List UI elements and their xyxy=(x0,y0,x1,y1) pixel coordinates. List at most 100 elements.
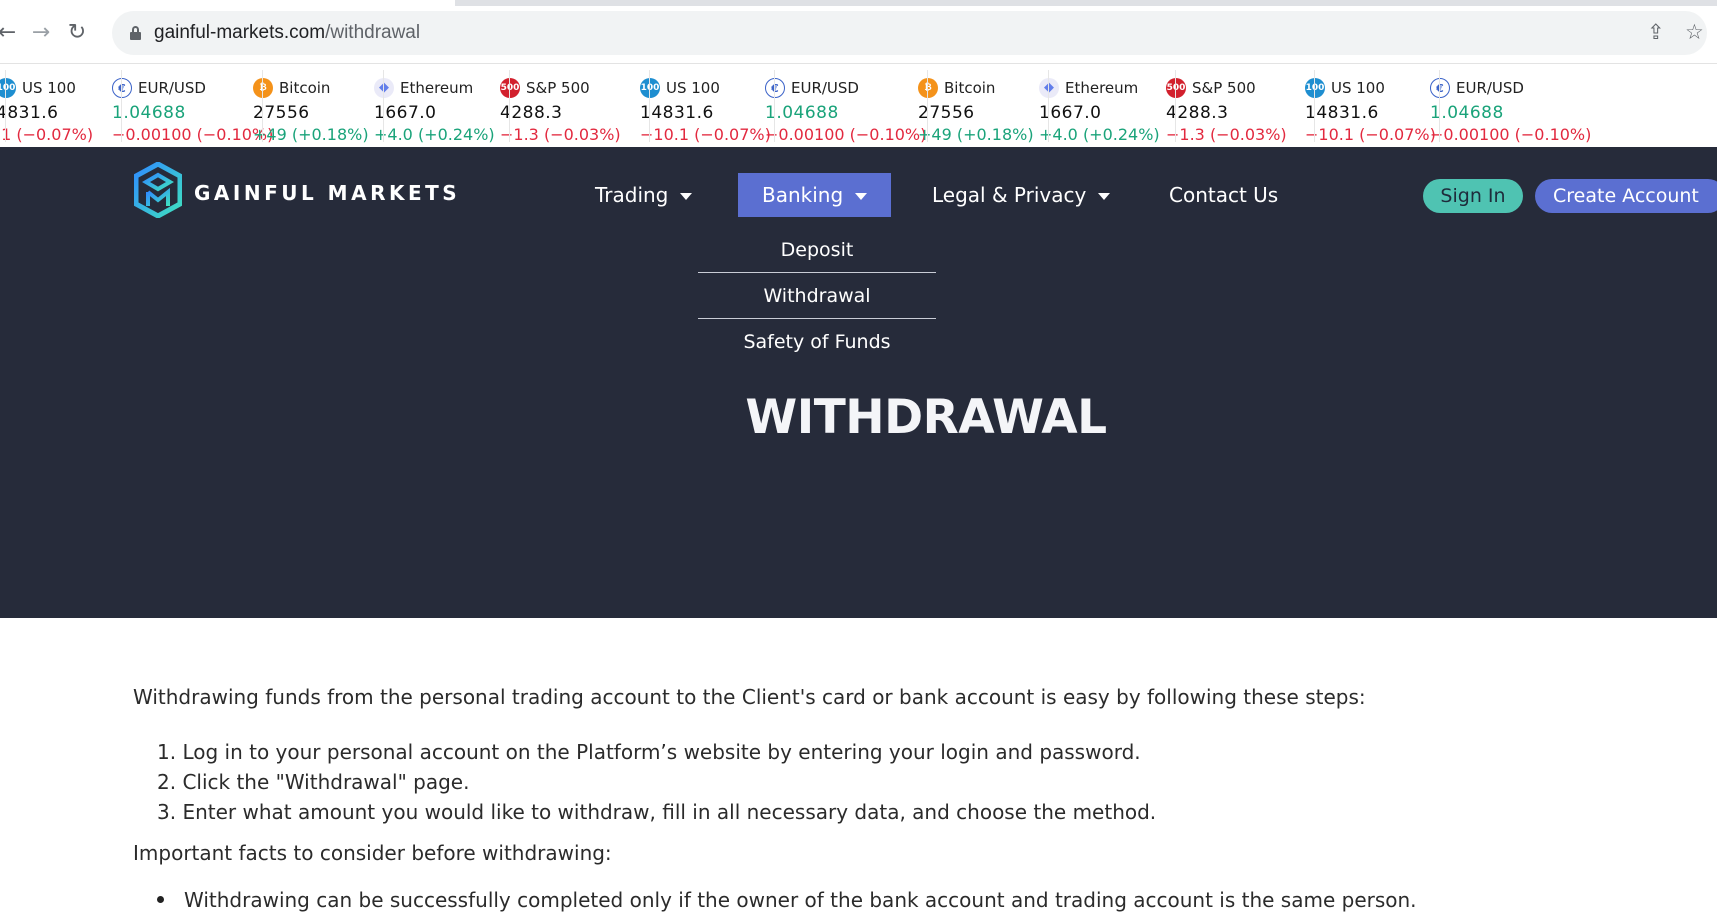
banking-dropdown-menu: Deposit Withdrawal Safety of Funds xyxy=(698,227,936,365)
url-domain: gainful-markets.com xyxy=(154,22,326,43)
ticker-head: 100 US 100 xyxy=(0,77,76,99)
bookmark-star-icon[interactable]: ☆ xyxy=(1685,20,1704,44)
active-tab[interactable] xyxy=(0,0,455,6)
chevron-down-icon xyxy=(855,193,868,200)
ticker-instrument-icon: 100 xyxy=(1305,77,1325,98)
ticker-name: EUR/USD xyxy=(1456,78,1524,97)
ticker-head: € EUR/USD xyxy=(1430,77,1524,99)
share-icon[interactable]: ⇪ xyxy=(1647,20,1665,44)
ticker-change: −0.00100 (−0.10%) xyxy=(112,125,274,144)
brand-name[interactable]: GAINFUL MARKETS xyxy=(194,181,460,205)
ticker-change: +49 (+0.18%) xyxy=(918,125,1034,144)
ticker-change: −1.3 (−0.03%) xyxy=(1166,125,1287,144)
nav-banking[interactable]: Banking xyxy=(738,173,892,217)
nav-trading-label: Trading xyxy=(595,183,669,207)
nav-legal-label: Legal & Privacy xyxy=(932,183,1087,207)
ticker-divider xyxy=(262,70,263,142)
ticker-change: −0.00100 (−0.10%) xyxy=(1430,125,1592,144)
url-text[interactable]: gainful-markets.com/withdrawal xyxy=(154,22,420,44)
list-item: 3. Enter what amount you would like to w… xyxy=(157,800,1157,824)
page-title: WITHDRAWAL xyxy=(745,390,1107,445)
ticker-head: 500 S&P 500 xyxy=(500,77,590,99)
ticker-change: +4.0 (+0.24%) xyxy=(374,125,495,144)
nav-legal-privacy[interactable]: Legal & Privacy xyxy=(932,173,1111,217)
ticker-price: 14831.6 xyxy=(1305,103,1379,123)
tab-strip xyxy=(0,0,1717,6)
ticker-price: 1.04688 xyxy=(112,103,186,123)
ticker-divider xyxy=(1175,70,1176,142)
list-item: Withdrawing can be successfully complete… xyxy=(157,885,1417,915)
ticker-head: ₿ Bitcoin xyxy=(253,77,330,99)
site-header: GAINFUL MARKETS Trading Banking Legal & … xyxy=(0,147,1717,618)
browser-toolbar: ← → ↻ gainful-markets.com/withdrawal ⇪ ☆ xyxy=(0,0,1717,64)
menu-item-safety-of-funds[interactable]: Safety of Funds xyxy=(698,319,936,365)
ticker-name: S&P 500 xyxy=(526,78,590,97)
create-account-button[interactable]: Create Account xyxy=(1535,179,1717,213)
ticker-divider xyxy=(383,70,384,142)
ticker-divider xyxy=(649,70,650,142)
ticker-divider xyxy=(5,70,6,142)
ticker-head: ◆ Ethereum xyxy=(1039,77,1138,99)
reload-icon[interactable]: ↻ xyxy=(64,20,90,46)
fact-text: Withdrawing can be successfully complete… xyxy=(184,888,1417,912)
forward-icon[interactable]: → xyxy=(28,20,54,46)
ticker-name: Bitcoin xyxy=(944,78,996,97)
ticker-head: € EUR/USD xyxy=(112,77,206,99)
ticker-name: Ethereum xyxy=(400,78,474,97)
nav-contact-us[interactable]: Contact Us xyxy=(1169,173,1278,217)
list-item: 2. Click the "Withdrawal" page. xyxy=(157,770,470,794)
list-item: 1. Log in to your personal account on th… xyxy=(157,740,1141,764)
chevron-down-icon xyxy=(680,193,693,200)
ticker-instrument-icon: ◆ xyxy=(374,77,394,98)
ticker-name: Ethereum xyxy=(1065,78,1139,97)
ticker-name: EUR/USD xyxy=(138,78,206,97)
ticker-instrument-icon: 100 xyxy=(640,77,660,98)
ticker-divider xyxy=(774,70,775,142)
lock-icon[interactable] xyxy=(130,26,141,40)
ticker-head: 500 S&P 500 xyxy=(1166,77,1256,99)
nav-trading[interactable]: Trading xyxy=(595,173,693,217)
ticker-change: +49 (+0.18%) xyxy=(253,125,369,144)
back-icon[interactable]: ← xyxy=(0,20,20,46)
ticker-price: 14831.6 xyxy=(640,103,714,123)
ticker-instrument-icon: € xyxy=(765,77,785,98)
ticker-instrument-icon: 500 xyxy=(500,77,520,98)
ticker-instrument-icon: 500 xyxy=(1166,77,1186,98)
menu-item-withdrawal[interactable]: Withdrawal xyxy=(698,273,936,319)
ticker-instrument-icon: € xyxy=(112,77,132,98)
ticker-divider xyxy=(121,70,122,142)
address-bar[interactable]: gainful-markets.com/withdrawal ⇪ ☆ xyxy=(112,11,1707,55)
ticker-divider xyxy=(1314,70,1315,142)
ticker-change: −0.00100 (−0.10%) xyxy=(765,125,927,144)
ticker-change: +4.0 (+0.24%) xyxy=(1039,125,1160,144)
ticker-name: Bitcoin xyxy=(279,78,331,97)
ticker-instrument-icon: ₿ xyxy=(253,77,273,98)
ticker-change: −10.1 (−0.07%) xyxy=(1305,125,1436,144)
ticker-head: ◆ Ethereum xyxy=(374,77,473,99)
ticker-instrument-icon: ◆ xyxy=(1039,77,1059,98)
ticker-head: € EUR/USD xyxy=(765,77,859,99)
chevron-down-icon xyxy=(1098,193,1111,200)
ticker-divider xyxy=(927,70,928,142)
ticker-name: S&P 500 xyxy=(1192,78,1256,97)
ticker-change: −1.3 (−0.03%) xyxy=(500,125,621,144)
ticker-name: EUR/USD xyxy=(791,78,859,97)
ticker-change: −10.1 (−0.07%) xyxy=(640,125,771,144)
market-ticker: 100 US 100 4831.6 .1 (−0.07%) € EUR/USD 1.0468… xyxy=(0,64,1717,147)
ticker-divider xyxy=(1439,70,1440,142)
ticker-name: US 100 xyxy=(22,78,76,97)
gainful-markets-logo-icon[interactable] xyxy=(134,162,182,218)
withdrawal-steps-list: 1. Log in to your personal account on th… xyxy=(157,737,1156,827)
nav-banking-label: Banking xyxy=(762,183,844,207)
ticker-instrument-icon: 100 xyxy=(0,77,16,98)
ticker-price: 1.04688 xyxy=(765,103,839,123)
ticker-head: 100 US 100 xyxy=(640,77,720,99)
ticker-head: 100 US 100 xyxy=(1305,77,1385,99)
intro-paragraph: Withdrawing funds from the personal trad… xyxy=(133,685,1366,709)
ticker-change: .1 (−0.07%) xyxy=(0,125,94,144)
facts-list: Withdrawing can be successfully complete… xyxy=(157,885,1417,915)
menu-item-deposit[interactable]: Deposit xyxy=(698,227,936,273)
sign-in-button[interactable]: Sign In xyxy=(1423,179,1523,213)
ticker-divider xyxy=(509,70,510,142)
ticker-price: 1.04688 xyxy=(1430,103,1504,123)
